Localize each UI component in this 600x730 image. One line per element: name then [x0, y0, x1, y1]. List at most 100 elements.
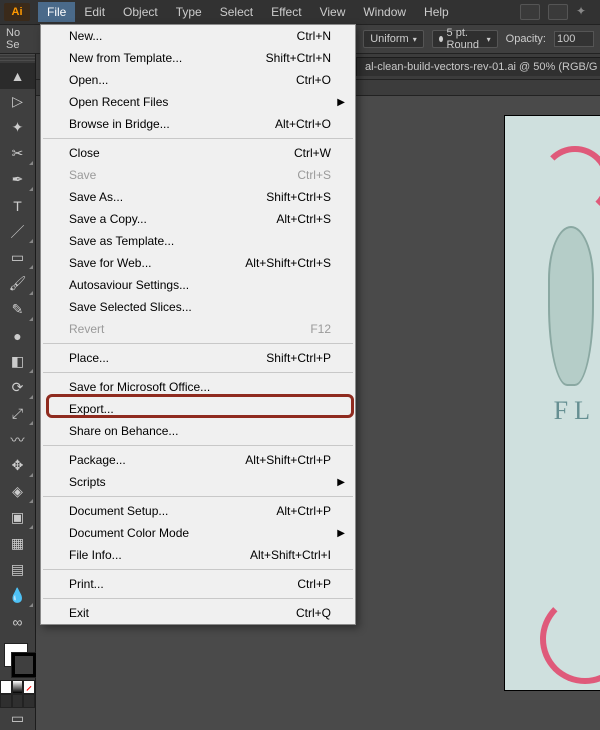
tool-lasso[interactable]: ✂ — [0, 141, 35, 167]
menu-item-shortcut: Ctrl+O — [296, 73, 331, 87]
color-mode-none[interactable] — [23, 680, 35, 694]
file-menu-share-on-behance[interactable]: Share on Behance... — [41, 420, 355, 442]
screen-mode-button[interactable]: ▭ — [0, 708, 35, 730]
draw-inside-icon[interactable] — [23, 694, 35, 708]
file-menu-new[interactable]: New...Ctrl+N — [41, 25, 355, 47]
menu-item-label: Save for Microsoft Office... — [69, 380, 210, 394]
menu-item-label: Open... — [69, 73, 108, 87]
bridge-icon[interactable] — [520, 4, 540, 20]
tool-rectangle[interactable]: ▭ — [0, 245, 35, 271]
file-menu-export[interactable]: Export... — [41, 398, 355, 420]
menu-separator — [43, 598, 353, 599]
menu-item-shortcut: Alt+Shift+Ctrl+P — [245, 453, 331, 467]
menu-item-label: Autosaviour Settings... — [69, 278, 189, 292]
menu-item-shortcut: Ctrl+P — [297, 577, 331, 591]
draw-behind-icon[interactable] — [12, 694, 24, 708]
file-menu-save-a-copy[interactable]: Save a Copy...Alt+Ctrl+S — [41, 208, 355, 230]
tool-selection[interactable]: ▲ — [0, 63, 35, 89]
file-menu-document-color-mode[interactable]: Document Color Mode▶ — [41, 522, 355, 544]
menu-item-label: Save as Template... — [69, 234, 174, 248]
tool-line[interactable]: ／ — [0, 219, 35, 245]
file-menu-scripts[interactable]: Scripts▶ — [41, 471, 355, 493]
file-menu-open-recent-files[interactable]: Open Recent Files▶ — [41, 91, 355, 113]
color-mode-gradient[interactable] — [12, 680, 24, 694]
document-tab[interactable]: al-clean-build-vectors-rev-01.ai @ 50% (… — [356, 57, 600, 76]
tool-blob-brush[interactable]: ● — [0, 323, 35, 349]
color-mode-solid[interactable] — [0, 680, 12, 694]
file-menu-document-setup[interactable]: Document Setup...Alt+Ctrl+P — [41, 500, 355, 522]
file-menu-print[interactable]: Print...Ctrl+P — [41, 573, 355, 595]
file-menu-save-as-template[interactable]: Save as Template... — [41, 230, 355, 252]
stroke-weight-dropdown[interactable]: 5 pt. Round▾ — [432, 30, 498, 48]
file-menu-dropdown: New...Ctrl+NNew from Template...Shift+Ct… — [40, 24, 356, 625]
menu-type[interactable]: Type — [167, 2, 211, 22]
sync-settings-icon[interactable]: ✦ — [576, 4, 596, 20]
file-menu-save-as[interactable]: Save As...Shift+Ctrl+S — [41, 186, 355, 208]
menu-file[interactable]: File — [38, 2, 75, 22]
tools-panel: ▲▷✦✂✒T／▭🖌✎●◧⟳⤢〰✥◈▣▦▤💧∞ ▭ — [0, 54, 36, 730]
stroke-profile-dropdown[interactable]: Uniform▾ — [363, 30, 424, 48]
file-menu-save-for-web[interactable]: Save for Web...Alt+Shift+Ctrl+S — [41, 252, 355, 274]
tool-pen[interactable]: ✒ — [0, 167, 35, 193]
menu-separator — [43, 445, 353, 446]
file-menu-package[interactable]: Package... Alt+Shift+Ctrl+P — [41, 449, 355, 471]
tool-pencil[interactable]: ✎ — [0, 297, 35, 323]
menu-item-label: Revert — [69, 322, 104, 336]
file-menu-new-from-template[interactable]: New from Template...Shift+Ctrl+N — [41, 47, 355, 69]
menu-item-label: Open Recent Files — [69, 95, 168, 109]
menu-edit[interactable]: Edit — [75, 2, 114, 22]
draw-normal-icon[interactable] — [0, 694, 12, 708]
tool-gradient[interactable]: ▤ — [0, 557, 35, 583]
menu-item-shortcut: Alt+Shift+Ctrl+S — [245, 256, 331, 270]
tool-direct-selection[interactable]: ▷ — [0, 89, 35, 115]
tool-rotate[interactable]: ⟳ — [0, 375, 35, 401]
file-menu-save-for-microsoft-office[interactable]: Save for Microsoft Office... — [41, 376, 355, 398]
tool-eraser[interactable]: ◧ — [0, 349, 35, 375]
menu-help[interactable]: Help — [415, 2, 458, 22]
opacity-input[interactable] — [554, 31, 594, 47]
fill-stroke-swatch[interactable] — [0, 641, 35, 681]
menu-item-label: Export... — [69, 402, 114, 416]
file-menu-autosaviour-settings[interactable]: Autosaviour Settings... — [41, 274, 355, 296]
menu-effect[interactable]: Effect — [262, 2, 310, 22]
menu-object[interactable]: Object — [114, 2, 167, 22]
menu-separator — [43, 138, 353, 139]
menu-view[interactable]: View — [311, 2, 355, 22]
file-menu-open[interactable]: Open... Ctrl+O — [41, 69, 355, 91]
file-menu-save-selected-slices[interactable]: Save Selected Slices... — [41, 296, 355, 318]
tool-free-transform[interactable]: ✥ — [0, 453, 35, 479]
menu-separator — [43, 372, 353, 373]
file-menu-close[interactable]: CloseCtrl+W — [41, 142, 355, 164]
menu-item-label: Package... — [69, 453, 126, 467]
artwork-leaf — [548, 226, 594, 386]
menu-item-label: Save As... — [69, 190, 123, 204]
tool-blend[interactable]: ∞ — [0, 609, 35, 635]
panel-grip-icon[interactable] — [0, 54, 35, 63]
tool-mesh[interactable]: ▦ — [0, 531, 35, 557]
menu-window[interactable]: Window — [354, 2, 415, 22]
menu-item-label: Document Color Mode — [69, 526, 189, 540]
tool-magic-wand[interactable]: ✦ — [0, 115, 35, 141]
arrange-documents-icon[interactable] — [548, 4, 568, 20]
file-menu-place[interactable]: Place...Shift+Ctrl+P — [41, 347, 355, 369]
menu-separator — [43, 343, 353, 344]
tool-type[interactable]: T — [0, 193, 35, 219]
menu-item-shortcut: Ctrl+Q — [296, 606, 331, 620]
stroke-color-swatch[interactable] — [12, 653, 36, 677]
menu-item-shortcut: Alt+Shift+Ctrl+I — [250, 548, 331, 562]
file-menu-browse-in-bridge[interactable]: Browse in Bridge...Alt+Ctrl+O — [41, 113, 355, 135]
menu-select[interactable]: Select — [211, 2, 262, 22]
menu-item-shortcut: Alt+Ctrl+P — [276, 504, 331, 518]
file-menu-exit[interactable]: ExitCtrl+Q — [41, 602, 355, 624]
menu-item-label: Save a Copy... — [69, 212, 147, 226]
file-menu-file-info[interactable]: File Info... Alt+Shift+Ctrl+I — [41, 544, 355, 566]
tool-eyedropper[interactable]: 💧 — [0, 583, 35, 609]
menu-item-shortcut: F12 — [310, 322, 331, 336]
menu-item-label: File Info... — [69, 548, 122, 562]
tool-width[interactable]: 〰 — [0, 427, 35, 453]
tool-shape-builder[interactable]: ◈ — [0, 479, 35, 505]
menu-separator — [43, 496, 353, 497]
tool-perspective[interactable]: ▣ — [0, 505, 35, 531]
tool-paintbrush[interactable]: 🖌 — [0, 271, 35, 297]
tool-scale[interactable]: ⤢ — [0, 401, 35, 427]
